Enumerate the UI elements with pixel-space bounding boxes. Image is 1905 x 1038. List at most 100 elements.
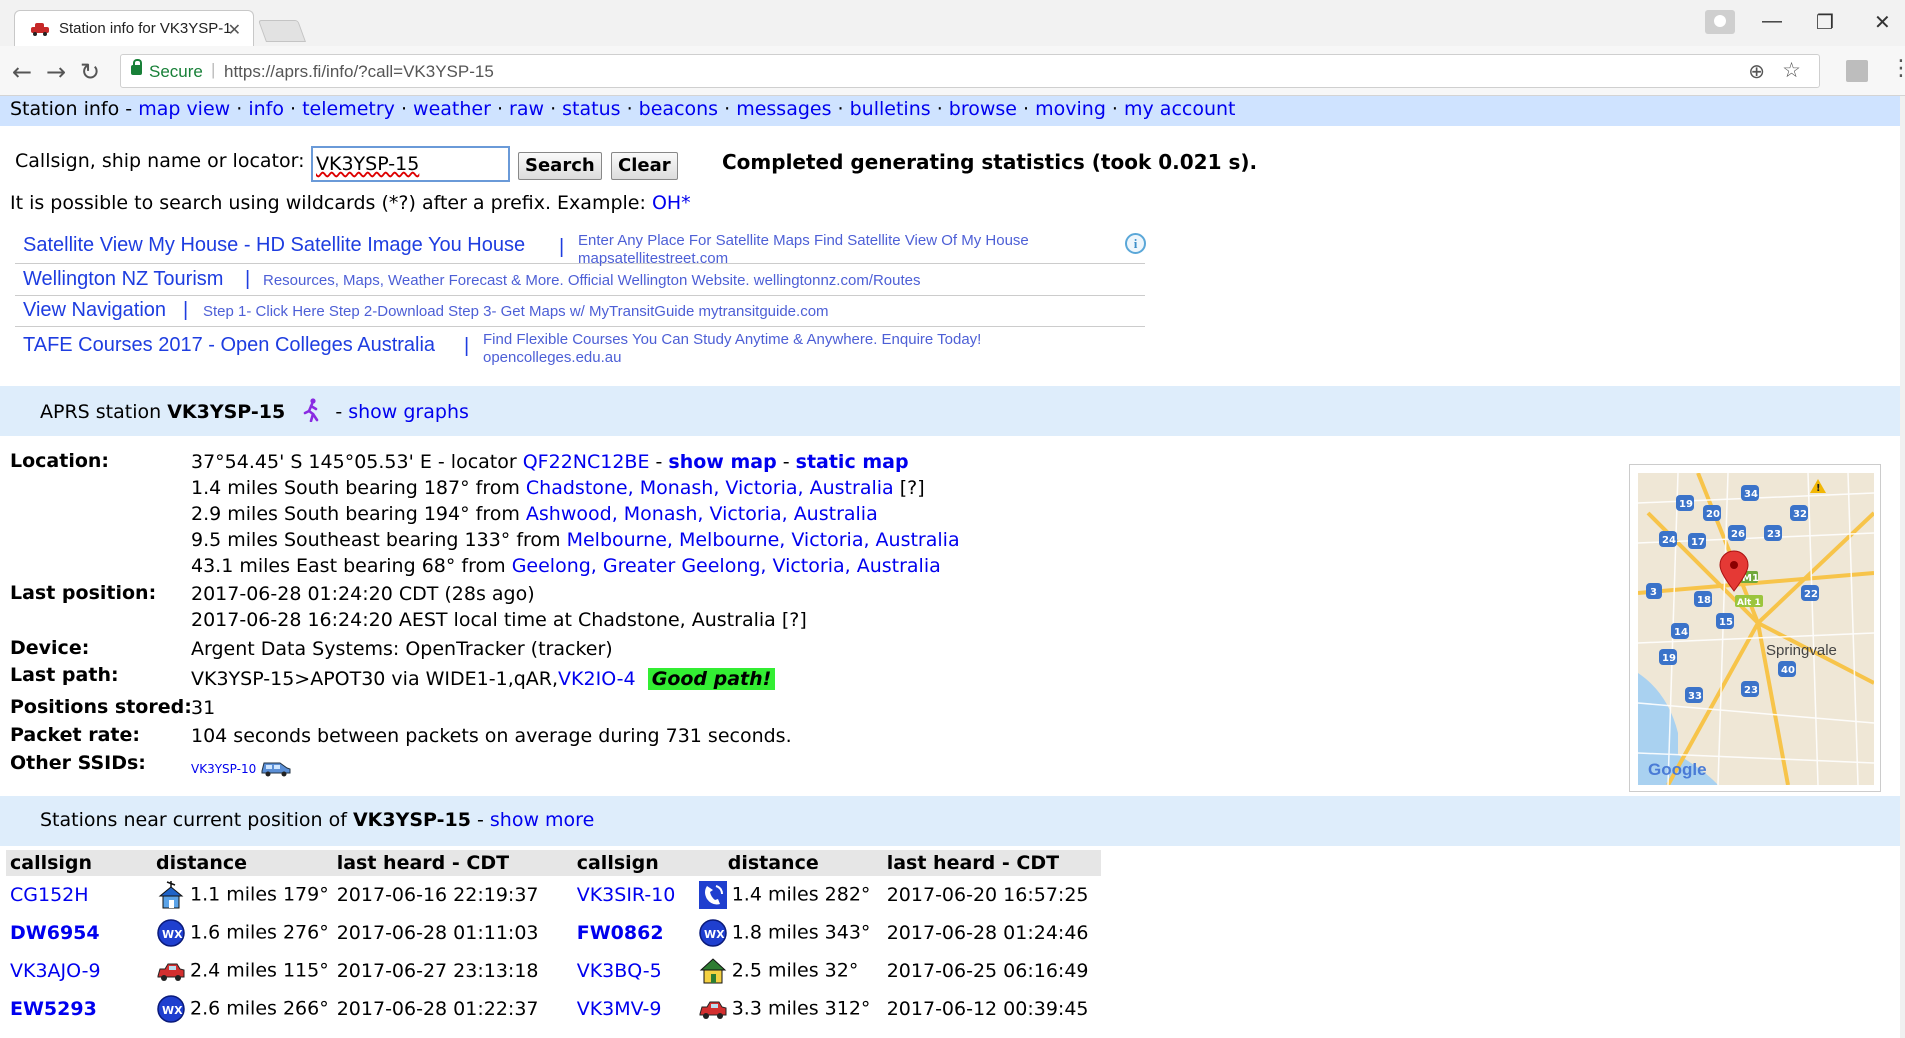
browser-tab[interactable]: Station info for VK3YSP-1 ✕ — [14, 10, 254, 46]
nav-map-view[interactable]: map view — [138, 98, 230, 120]
wildcard-example-link[interactable]: OH* — [652, 192, 691, 214]
nav-status[interactable]: status — [562, 98, 620, 120]
distance-cell: 1.1 miles 179° — [156, 876, 333, 914]
packet-rate-label: Packet rate: — [10, 724, 140, 746]
other-ssid-link[interactable]: VK3YSP-10 — [191, 762, 256, 776]
positions-stored-label: Positions stored: — [10, 696, 192, 718]
back-icon[interactable]: ← — [12, 58, 32, 86]
url-text[interactable]: https://aprs.fi/info/?call=VK3YSP-15 — [224, 62, 494, 82]
nav-moving[interactable]: moving — [1035, 98, 1106, 120]
window-close-icon[interactable]: ✕ — [1874, 10, 1891, 35]
station-callsign-link[interactable]: VK3SIR-10 — [577, 884, 676, 906]
static-map-link[interactable]: static map — [796, 451, 909, 473]
nav-telemetry[interactable]: telemetry — [302, 98, 395, 120]
browser-menu-icon[interactable]: ⋮ — [1890, 56, 1905, 81]
digipeater-link[interactable]: VK2IO-4 — [558, 668, 636, 690]
callsign-cell: DW6954 — [6, 914, 156, 952]
new-tab-button[interactable] — [257, 20, 307, 42]
column-header: distance — [156, 850, 333, 876]
bookmark-star-icon[interactable]: ☆ — [1782, 58, 1801, 83]
ad-item[interactable]: Satellite View My House - HD Satellite I… — [15, 224, 1145, 267]
nearby-place-link[interactable]: Geelong, Greater Geelong, Victoria, Aust… — [512, 555, 941, 577]
zoom-icon[interactable]: ⊕ — [1748, 59, 1765, 84]
nearby-place-link[interactable]: Ashwood, Monash, Victoria, Australia — [526, 503, 878, 525]
column-header: callsign — [6, 850, 156, 876]
distance-value: 2.6 miles 266° — [190, 997, 329, 1020]
lock-icon — [131, 59, 142, 75]
wildcard-hint: It is possible to search using wildcards… — [10, 192, 691, 214]
last-position-label: Last position: — [10, 582, 157, 604]
locator-link[interactable]: QF22NC12BE — [523, 451, 650, 473]
positions-stored-value: 31 — [191, 697, 216, 719]
forward-icon[interactable]: → — [46, 58, 66, 86]
nav-weather[interactable]: weather — [413, 98, 491, 120]
route-label: 14 — [1674, 627, 1688, 638]
station-callsign-link[interactable]: FW0862 — [577, 922, 664, 944]
nav-info[interactable]: info — [248, 98, 284, 120]
nav-beacons[interactable]: beacons — [639, 98, 718, 120]
tab-close-icon[interactable]: ✕ — [228, 20, 241, 40]
nearby-place-link[interactable]: Chadstone, Monash, Victoria, Australia — [526, 477, 894, 499]
search-input[interactable]: VK3YSP-15 — [311, 146, 510, 182]
reload-icon[interactable]: ↻ — [80, 58, 100, 86]
wx-icon: WX — [698, 919, 728, 947]
nav-my-account[interactable]: my account — [1124, 98, 1236, 120]
nav-messages[interactable]: messages — [736, 98, 831, 120]
search-button[interactable]: Search — [518, 152, 602, 180]
nav-bulletins[interactable]: bulletins — [850, 98, 931, 120]
minimize-icon[interactable]: — — [1762, 10, 1782, 33]
page-content: Station info - map view · info · telemet… — [0, 96, 1900, 1038]
location-label: Location: — [10, 450, 110, 472]
last-path-value: VK3YSP-15>APOT30 via WIDE1-1,qAR,VK2IO-4… — [191, 668, 776, 690]
station-callsign-link[interactable]: VK3AJO-9 — [10, 960, 101, 982]
last-position-cdt: 2017-06-28 01:24:20 CDT (28s ago) — [191, 583, 535, 605]
extension-icon[interactable] — [1846, 60, 1868, 82]
ad-title[interactable]: Wellington NZ Tourism — [23, 268, 223, 291]
restore-icon[interactable]: ❐ — [1816, 10, 1834, 35]
static-map-thumbnail[interactable]: 19 34 20 32 26 23 24 17 M1 3 18 Alt 1 22… — [1629, 464, 1881, 792]
show-graphs-link[interactable]: show graphs — [348, 401, 469, 423]
last-heard-cell: 2017-06-28 01:24:46 — [886, 922, 1089, 944]
other-ssid-item[interactable]: VK3YSP-10 — [191, 759, 292, 777]
station-callsign-link[interactable]: CG152H — [10, 884, 89, 906]
car-icon — [156, 960, 186, 982]
show-map-link[interactable]: show map — [668, 451, 776, 473]
station-callsign-link[interactable]: VK3BQ-5 — [577, 960, 662, 982]
station-callsign-link[interactable]: VK3MV-9 — [577, 998, 662, 1020]
distance-cell: WX 1.6 miles 276° — [156, 914, 333, 952]
help-link[interactable]: [?] — [900, 477, 925, 499]
ad-item[interactable]: TAFE Courses 2017 - Open Colleges Austra… — [15, 327, 1145, 367]
page-scrollbar[interactable] — [1900, 96, 1905, 1038]
route-label: 34 — [1744, 489, 1758, 500]
distance-cell: 2.5 miles 32° — [698, 952, 883, 990]
ad-item[interactable]: View Navigation | Step 1- Click Here Ste… — [15, 296, 1145, 327]
clear-button[interactable]: Clear — [611, 152, 678, 180]
last-heard-cell: 2017-06-12 00:39:45 — [886, 998, 1089, 1020]
station-callsign-link[interactable]: EW5293 — [10, 998, 97, 1020]
callsign-cell: VK3MV-9 — [573, 990, 698, 1028]
google-logo: Google — [1648, 760, 1707, 779]
distance-cell: WX 1.8 miles 343° — [698, 914, 883, 952]
callsign-cell: CG152H — [6, 876, 156, 914]
nav-raw[interactable]: raw — [509, 98, 544, 120]
other-ssids-label: Other SSIDs: — [10, 752, 146, 774]
route-label: 20 — [1706, 509, 1720, 520]
ad-title[interactable]: Satellite View My House - HD Satellite I… — [23, 234, 525, 257]
route-label: 32 — [1793, 509, 1807, 520]
ad-item[interactable]: Wellington NZ Tourism | Resources, Maps,… — [15, 264, 1145, 296]
tab-strip: Station info for VK3YSP-1 ✕ — ❐ ✕ — [0, 0, 1905, 46]
show-more-link[interactable]: show more — [490, 809, 594, 831]
ad-title[interactable]: TAFE Courses 2017 - Open Colleges Austra… — [23, 334, 435, 357]
station-callsign-link[interactable]: DW6954 — [10, 922, 100, 944]
tab-title: Station info for VK3YSP-1 — [59, 20, 232, 37]
profile-icon[interactable] — [1705, 10, 1735, 34]
van-icon — [261, 762, 291, 777]
map-place-label: Springvale — [1766, 642, 1837, 659]
nav-browse[interactable]: browse — [949, 98, 1017, 120]
top-navigation: Station info - map view · info · telemet… — [0, 96, 1900, 126]
address-bar[interactable]: Secure | https://aprs.fi/info/?call=VK3Y… — [120, 54, 1820, 88]
nearby-place-row: 43.1 miles East bearing 68° from Geelong… — [191, 555, 941, 577]
ad-title[interactable]: View Navigation — [23, 299, 166, 322]
ad-info-icon[interactable]: i — [1125, 233, 1146, 254]
nearby-place-link[interactable]: Melbourne, Melbourne, Victoria, Australi… — [567, 529, 960, 551]
